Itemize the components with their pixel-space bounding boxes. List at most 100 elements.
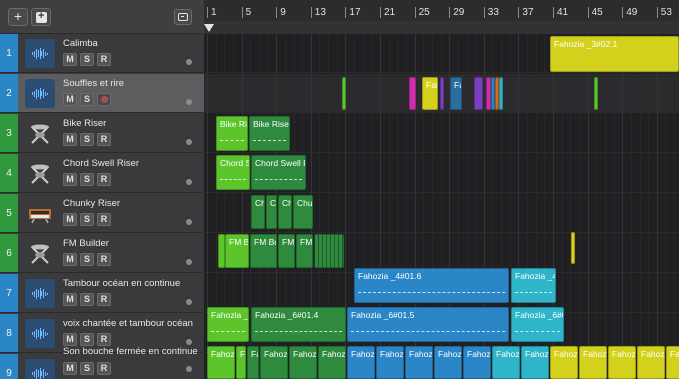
audio-region[interactable]: Fahozi — [207, 346, 235, 379]
solo-button[interactable]: S — [80, 133, 94, 146]
audio-region[interactable] — [499, 77, 503, 110]
audio-region[interactable]: Fahozi — [289, 346, 317, 379]
audio-region[interactable]: Fahozi — [434, 346, 462, 379]
audio-waveform-icon[interactable] — [25, 39, 55, 68]
volume-knob[interactable] — [186, 99, 192, 105]
audio-region[interactable]: Fahozia _4#01.6 — [354, 268, 509, 303]
track-name[interactable]: Bike Riser — [63, 118, 198, 129]
record-enable-button[interactable]: R — [97, 213, 111, 226]
audio-region[interactable] — [594, 77, 598, 110]
volume-knob[interactable] — [186, 179, 192, 185]
drum-kit-icon[interactable] — [25, 159, 55, 188]
audio-region[interactable]: Fahozi — [550, 346, 578, 379]
track-name[interactable]: Calimba — [63, 38, 198, 49]
audio-waveform-icon[interactable] — [25, 79, 55, 108]
midi-region[interactable]: FM — [296, 234, 313, 268]
track-name[interactable]: Tambour océan en continue — [63, 278, 198, 289]
audio-region[interactable]: Fahozi — [463, 346, 491, 379]
midi-region[interactable]: Ch — [278, 195, 292, 229]
audio-region[interactable]: Fahozi — [608, 346, 636, 379]
audio-region[interactable]: Fa — [236, 346, 246, 379]
audio-region[interactable]: Fahozi — [376, 346, 404, 379]
track-name[interactable]: Chunky Riser — [63, 198, 198, 209]
track-name[interactable]: Souffles et rire — [63, 78, 198, 89]
midi-region[interactable]: Ch — [251, 195, 265, 229]
volume-knob[interactable] — [186, 139, 192, 145]
midi-region[interactable]: FM Bu — [250, 234, 277, 268]
audio-region[interactable]: Fa — [450, 77, 462, 110]
audio-region[interactable]: Fahozi — [405, 346, 433, 379]
add-track-button[interactable]: + — [8, 8, 28, 26]
mute-button[interactable]: M — [63, 173, 77, 186]
midi-region[interactable] — [218, 234, 225, 268]
synth-keyboard-icon[interactable] — [25, 199, 55, 228]
audio-region[interactable]: Fahozi — [260, 346, 288, 379]
mute-button[interactable]: M — [63, 53, 77, 66]
record-enable-button-armed[interactable] — [97, 93, 111, 106]
arrange-area[interactable]: 1 5 9 13 17 21 25 29 33 37 41 45 49 53 Fahozia _3#02.… — [204, 0, 679, 379]
ruler-subdivisions[interactable] — [204, 21, 679, 34]
track-name[interactable]: FM Builder — [63, 238, 198, 249]
track-header-chunky-riser[interactable]: 5 Chunky Riser MSR — [0, 194, 204, 233]
audio-region[interactable] — [474, 77, 483, 110]
record-enable-button[interactable]: R — [97, 173, 111, 186]
drum-kit-icon[interactable] — [25, 239, 55, 268]
midi-region[interactable]: Bike Riser — [249, 116, 290, 151]
audio-region[interactable]: Fahozia _3#02.1 — [550, 36, 679, 72]
solo-button[interactable]: S — [80, 173, 94, 186]
solo-button[interactable]: S — [80, 362, 94, 375]
audio-region[interactable] — [409, 77, 416, 110]
mute-button[interactable]: M — [63, 333, 77, 346]
audio-region[interactable]: Fahozia _4# — [511, 268, 556, 303]
audio-region[interactable] — [440, 77, 444, 110]
mute-button[interactable]: M — [63, 213, 77, 226]
volume-knob[interactable] — [186, 299, 192, 305]
audio-region[interactable]: Fahozi — [492, 346, 520, 379]
solo-button[interactable]: S — [80, 53, 94, 66]
audio-region[interactable]: Fahozi — [579, 346, 607, 379]
mute-button[interactable]: M — [63, 133, 77, 146]
record-enable-button[interactable]: R — [97, 333, 111, 346]
track-header-calimba[interactable]: 1 Calimba MSR — [0, 34, 204, 73]
audio-region[interactable]: Fahozi — [637, 346, 665, 379]
solo-button[interactable]: S — [80, 253, 94, 266]
midi-region[interactable]: FM — [278, 234, 295, 268]
track-name[interactable]: Chord Swell Riser — [63, 158, 198, 169]
audio-region[interactable]: Fahozi — [347, 346, 375, 379]
volume-knob[interactable] — [186, 339, 192, 345]
audio-region[interactable]: Fahozi — [666, 346, 679, 379]
track-header-son-bouche[interactable]: 9 Son bouche fermée en continue MSR — [0, 346, 204, 379]
solo-button[interactable]: S — [80, 333, 94, 346]
track-name[interactable]: Son bouche fermée en continue — [63, 346, 198, 357]
timeline-ruler[interactable]: 1 5 9 13 17 21 25 29 33 37 41 45 49 53 — [204, 0, 679, 34]
mute-button[interactable]: M — [63, 293, 77, 306]
midi-region[interactable]: Bike Ris — [216, 116, 248, 151]
mute-button[interactable]: M — [63, 253, 77, 266]
global-tracks-button[interactable] — [174, 9, 192, 25]
duplicate-track-button[interactable] — [31, 8, 51, 26]
audio-region[interactable]: Fahozia _6 — [207, 307, 249, 342]
track-header-chord-swell-riser[interactable]: 4 Chord Swell Riser MSR — [0, 154, 204, 193]
audio-region[interactable]: Fahozi — [521, 346, 549, 379]
audio-region[interactable]: Fahozia _6#01.5 — [347, 307, 509, 342]
audio-region[interactable]: Fa — [247, 346, 259, 379]
drum-kit-icon[interactable] — [25, 119, 55, 148]
volume-knob[interactable] — [186, 366, 192, 372]
audio-region[interactable]: Fahozi — [318, 346, 346, 379]
midi-region[interactable] — [571, 232, 575, 264]
record-enable-button[interactable]: R — [97, 253, 111, 266]
volume-knob[interactable] — [186, 259, 192, 265]
volume-knob[interactable] — [186, 219, 192, 225]
track-header-tambour-ocean[interactable]: 7 Tambour océan en continue MSR — [0, 274, 204, 313]
record-enable-button[interactable]: R — [97, 362, 111, 375]
mute-button[interactable]: M — [63, 93, 77, 106]
solo-button[interactable]: S — [80, 293, 94, 306]
midi-region[interactable] — [314, 234, 344, 268]
audio-region[interactable]: Fahozia _6#01. — [511, 307, 564, 342]
midi-region[interactable]: Chord Swell R — [251, 155, 306, 190]
solo-button[interactable]: S — [80, 93, 94, 106]
record-enable-button[interactable]: R — [97, 53, 111, 66]
midi-region[interactable]: C — [266, 195, 277, 229]
audio-waveform-icon[interactable] — [25, 359, 55, 379]
record-enable-button[interactable]: R — [97, 293, 111, 306]
